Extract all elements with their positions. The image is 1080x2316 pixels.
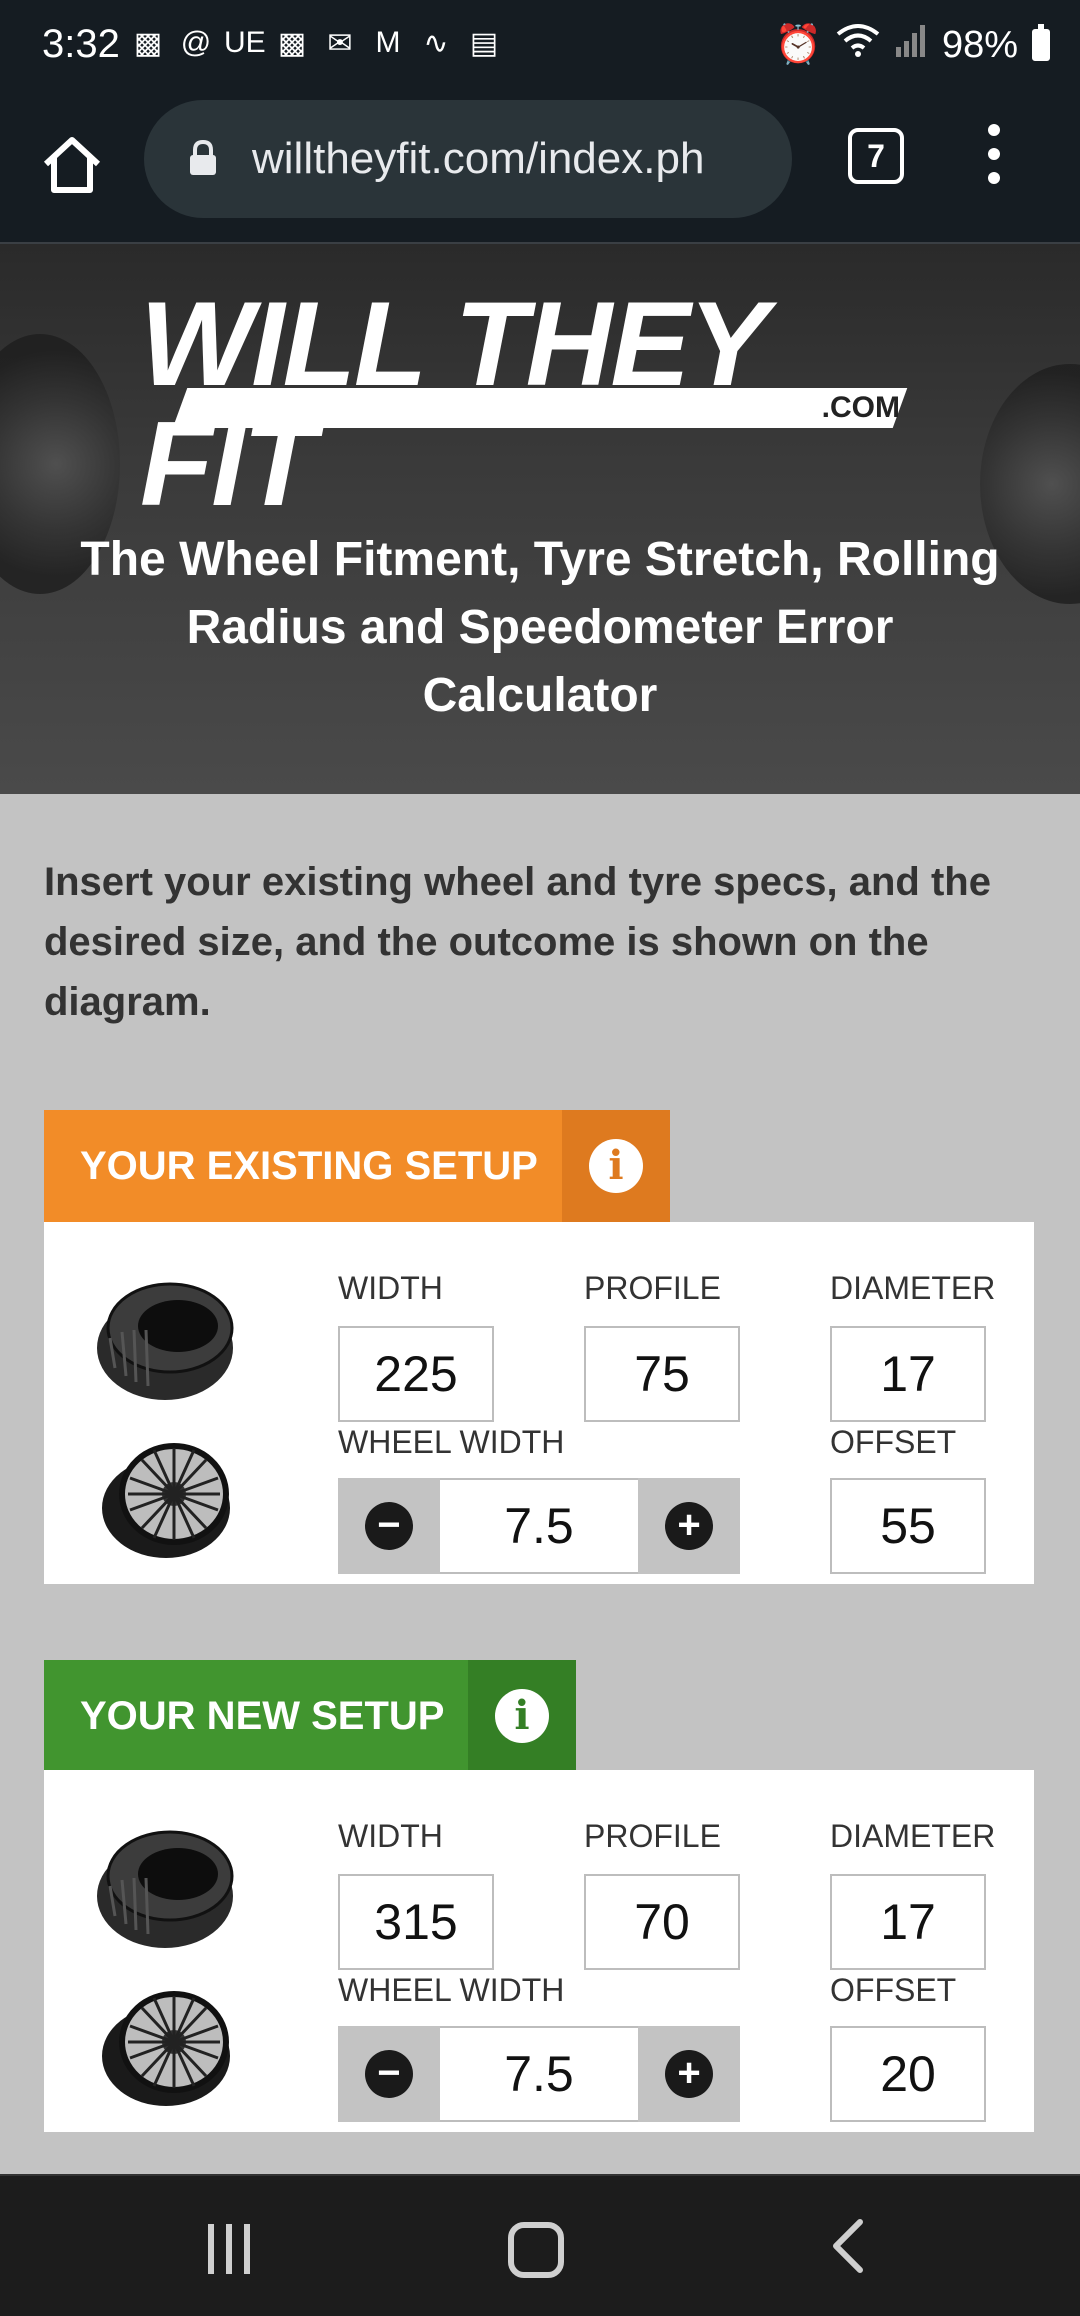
offset-input[interactable]: 55	[830, 1478, 986, 1574]
existing-setup-panel: WIDTH PROFILE DIAMETER 225 75 17 WHEEL W…	[44, 1222, 1034, 1584]
new-setup-title: YOUR NEW SETUP	[44, 1660, 468, 1772]
wheel-width-stepper: − 7.5 +	[338, 1478, 740, 1574]
back-button[interactable]	[820, 2216, 880, 2276]
info-icon: i	[495, 1689, 549, 1743]
tyre-icon	[97, 1830, 234, 1948]
wheel-width-input[interactable]: 7.5	[440, 1478, 638, 1574]
profile-input[interactable]: 75	[584, 1326, 740, 1422]
status-right: ⏰ 98%	[775, 22, 1050, 68]
offset-label: OFFSET	[830, 1424, 957, 1460]
logo-suffix: .COM	[821, 391, 900, 424]
url-text: willtheyfit.com/index.ph	[252, 134, 705, 183]
lock-icon	[188, 139, 218, 176]
increment-button[interactable]: +	[638, 2026, 740, 2122]
width-label: WIDTH	[338, 1270, 443, 1306]
width-input[interactable]: 315	[338, 1874, 494, 1970]
offset-label: OFFSET	[830, 1972, 957, 2008]
diameter-label: DIAMETER	[830, 1270, 996, 1306]
address-bar[interactable]: willtheyfit.com/index.ph	[144, 100, 792, 218]
plus-icon: +	[665, 2050, 713, 2098]
alarm-icon: ⏰	[774, 24, 822, 66]
battery-icon	[1032, 24, 1050, 61]
existing-setup-title: YOUR EXISTING SETUP	[44, 1110, 562, 1222]
wheel-width-label: WHEEL WIDTH	[338, 1972, 565, 2008]
notification-icons: ▩ @ UE ▩ ✉ M ∿ ▤	[128, 26, 504, 61]
outlook-icon: ✉	[327, 27, 353, 60]
back-icon	[833, 2219, 863, 2273]
tyre-icon	[97, 1282, 234, 1400]
new-info-button[interactable]: i	[468, 1660, 576, 1772]
wheel-width-stepper: − 7.5 +	[338, 2026, 740, 2122]
system-navigation-bar	[0, 2174, 1080, 2316]
wave-icon: ∿	[423, 27, 449, 60]
teams-icon: ▩	[133, 27, 163, 60]
wheel-icon	[102, 1443, 230, 1558]
minus-icon: −	[365, 2050, 413, 2098]
hero-title: The Wheel Fitment, Tyre Stretch, Rolling…	[80, 533, 1000, 722]
wheel-width-label: WHEEL WIDTH	[338, 1424, 565, 1460]
logo-text: WILL THEY FIT	[140, 277, 766, 531]
calendar-icon: ▤	[469, 27, 499, 60]
app-screen: 3:32 ▩ @ UE ▩ ✉ M ∿ ▤ ⏰ 98% willtheyfit.…	[0, 0, 1080, 2316]
decrement-button[interactable]: −	[338, 2026, 440, 2122]
ue-label: UE	[224, 26, 266, 59]
diameter-input[interactable]: 17	[830, 1326, 986, 1422]
wifi-icon	[836, 22, 880, 68]
wheel-icon	[102, 1991, 230, 2106]
home-nav-button[interactable]	[508, 2222, 564, 2278]
new-setup-panel: WIDTH PROFILE DIAMETER 315 70 17 WHEEL W…	[44, 1770, 1034, 2132]
info-icon: i	[589, 1139, 643, 1193]
intro-text: Insert your existing wheel and tyre spec…	[44, 860, 991, 1024]
gmail-icon: M	[375, 26, 401, 59]
existing-info-button[interactable]: i	[562, 1110, 670, 1222]
status-time: 3:32	[42, 22, 120, 66]
signal-icon	[894, 23, 928, 67]
new-setup-header: YOUR NEW SETUP i	[44, 1660, 576, 1772]
diameter-input[interactable]: 17	[830, 1874, 986, 1970]
overflow-menu-button[interactable]	[982, 124, 1006, 188]
page-bottom-area	[0, 2132, 1080, 2174]
home-icon	[43, 137, 101, 193]
profile-label: PROFILE	[584, 1270, 721, 1306]
threads-icon: @	[180, 26, 212, 59]
tab-switcher-button[interactable]: 7	[848, 128, 904, 184]
battery-percent: 98%	[941, 23, 1018, 66]
width-input[interactable]: 225	[338, 1326, 494, 1422]
profile-label: PROFILE	[584, 1818, 721, 1854]
existing-setup-header: YOUR EXISTING SETUP i	[44, 1110, 670, 1222]
status-bar: 3:32 ▩ @ UE ▩ ✉ M ∿ ▤ ⏰ 98%	[0, 0, 1080, 96]
recents-button[interactable]	[208, 2224, 258, 2274]
hero-banner: WILL THEY FIT .COM The Wheel Fitment, Ty…	[0, 244, 1080, 794]
wheel-width-input[interactable]: 7.5	[440, 2026, 638, 2122]
profile-input[interactable]: 70	[584, 1874, 740, 1970]
width-label: WIDTH	[338, 1818, 443, 1854]
teams-icon: ▩	[277, 27, 307, 60]
offset-input[interactable]: 20	[830, 2026, 986, 2122]
increment-button[interactable]: +	[638, 1478, 740, 1574]
plus-icon: +	[665, 1502, 713, 1550]
home-button[interactable]	[38, 130, 106, 198]
diameter-label: DIAMETER	[830, 1818, 996, 1854]
decrement-button[interactable]: −	[338, 1478, 440, 1574]
browser-toolbar: willtheyfit.com/index.ph 7	[0, 96, 1080, 244]
site-logo[interactable]: WILL THEY FIT .COM	[140, 284, 940, 524]
minus-icon: −	[365, 1502, 413, 1550]
